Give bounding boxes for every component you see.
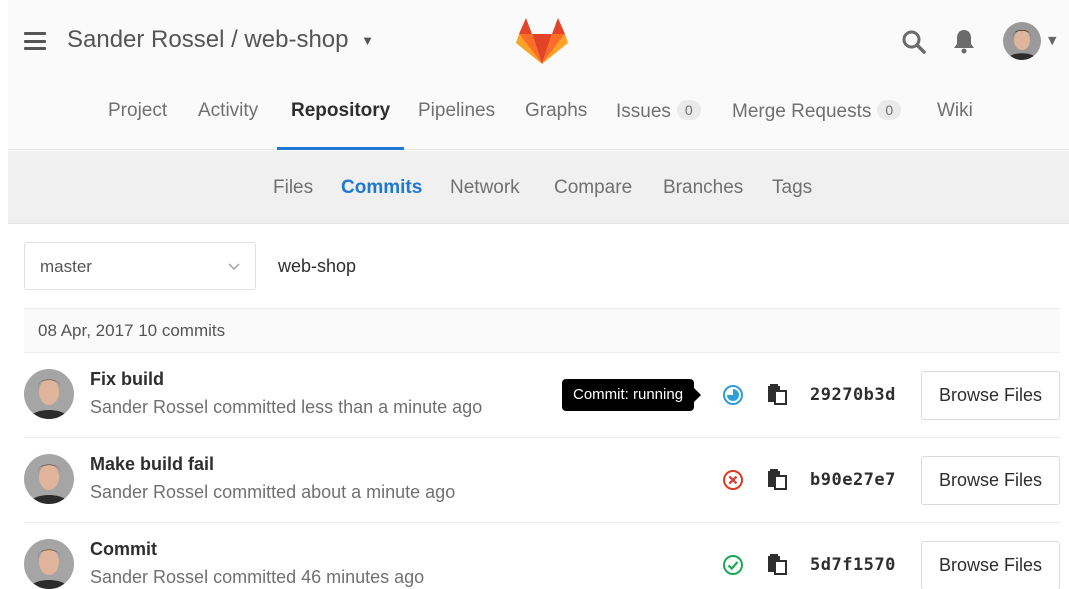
browse-files-button[interactable]: Browse Files xyxy=(921,456,1060,505)
tab-wiki[interactable]: Wiki xyxy=(937,100,973,150)
tab-issues[interactable]: Issues 0 xyxy=(616,100,701,150)
tab-label: Wiki xyxy=(937,100,973,121)
project-title-text[interactable]: Sander Rossel / web-shop xyxy=(67,26,348,53)
hamburger-icon[interactable] xyxy=(24,32,46,50)
pipeline-failed-icon[interactable] xyxy=(722,469,744,491)
commit-title[interactable]: Make build fail xyxy=(90,454,214,475)
commit-title[interactable]: Fix build xyxy=(90,369,164,390)
tab-label: Activity xyxy=(198,100,259,121)
commit-title[interactable]: Commit xyxy=(90,539,157,560)
commit-sha[interactable]: b90e27e7 xyxy=(810,470,896,490)
tab-graphs[interactable]: Graphs xyxy=(525,100,587,150)
subtab-tags[interactable]: Tags xyxy=(772,177,812,199)
search-icon[interactable] xyxy=(901,29,927,55)
copy-sha-icon[interactable] xyxy=(766,382,788,406)
project-nav: Project Activity Repository Pipelines Gr… xyxy=(8,88,1069,150)
chevron-down-icon xyxy=(228,263,240,271)
repo-breadcrumb[interactable]: web-shop xyxy=(278,256,356,277)
status-tooltip: Commit: running xyxy=(562,379,702,411)
browse-files-button[interactable]: Browse Files xyxy=(921,371,1060,420)
tab-label: Graphs xyxy=(525,100,588,121)
gitlab-logo[interactable] xyxy=(516,16,568,66)
tab-label: Pipelines xyxy=(418,100,496,121)
merge-requests-count-badge: 0 xyxy=(877,100,902,120)
branch-select-value: master xyxy=(40,257,92,276)
avatar[interactable] xyxy=(24,369,74,419)
issues-count-badge: 0 xyxy=(676,100,701,120)
tab-label: Merge Requests xyxy=(732,101,872,122)
commit-meta: Sander Rossel committed less than a minu… xyxy=(90,397,483,417)
bell-icon[interactable] xyxy=(951,28,977,54)
commit-row: Fix build Sander Rossel committed less t… xyxy=(24,353,1060,438)
project-title[interactable]: Sander Rossel / web-shop ▼ xyxy=(67,26,374,54)
commit-row: Make build fail Sander Rossel committed … xyxy=(24,438,1060,523)
avatar[interactable] xyxy=(24,454,74,504)
subtab-branches[interactable]: Branches xyxy=(663,177,743,199)
tab-merge-requests[interactable]: Merge Requests 0 xyxy=(732,100,902,150)
top-header: Sander Rossel / web-shop ▼ ▼ Project Act… xyxy=(8,0,1069,150)
pipeline-running-icon[interactable] xyxy=(722,384,744,406)
tab-label: Issues xyxy=(616,101,671,122)
tab-repository[interactable]: Repository xyxy=(276,100,405,150)
chevron-down-icon[interactable]: ▼ xyxy=(1048,34,1056,47)
tab-pipelines[interactable]: Pipelines xyxy=(418,100,495,150)
chevron-down-icon[interactable]: ▼ xyxy=(361,33,374,48)
subtab-files[interactable]: Files xyxy=(273,177,313,199)
browse-files-button[interactable]: Browse Files xyxy=(921,541,1060,589)
copy-sha-icon[interactable] xyxy=(766,552,788,576)
commit-row: Commit Sander Rossel committed 46 minute… xyxy=(24,523,1060,589)
branch-select[interactable]: master xyxy=(24,242,256,290)
subtab-commits[interactable]: Commits xyxy=(341,177,422,199)
copy-sha-icon[interactable] xyxy=(766,467,788,491)
commit-sha[interactable]: 29270b3d xyxy=(810,385,896,405)
tab-activity[interactable]: Activity xyxy=(198,100,258,150)
tab-label: Repository xyxy=(291,100,391,121)
commits-day-header: 08 Apr, 2017 10 commits xyxy=(24,308,1060,353)
repository-subnav: Files Commits Network Compare Branches T… xyxy=(8,151,1069,224)
commit-sha[interactable]: 5d7f1570 xyxy=(810,555,896,575)
avatar[interactable] xyxy=(1003,22,1041,60)
subtab-compare[interactable]: Compare xyxy=(554,177,632,199)
commits-day-text: 08 Apr, 2017 10 commits xyxy=(38,321,226,340)
pipeline-passed-icon[interactable] xyxy=(722,554,744,576)
tab-project[interactable]: Project xyxy=(108,100,167,150)
commit-meta: Sander Rossel committed 46 minutes ago xyxy=(90,567,425,587)
commit-meta: Sander Rossel committed about a minute a… xyxy=(90,482,456,502)
avatar[interactable] xyxy=(24,539,74,589)
subtab-network[interactable]: Network xyxy=(450,177,520,199)
tab-label: Project xyxy=(108,100,168,121)
